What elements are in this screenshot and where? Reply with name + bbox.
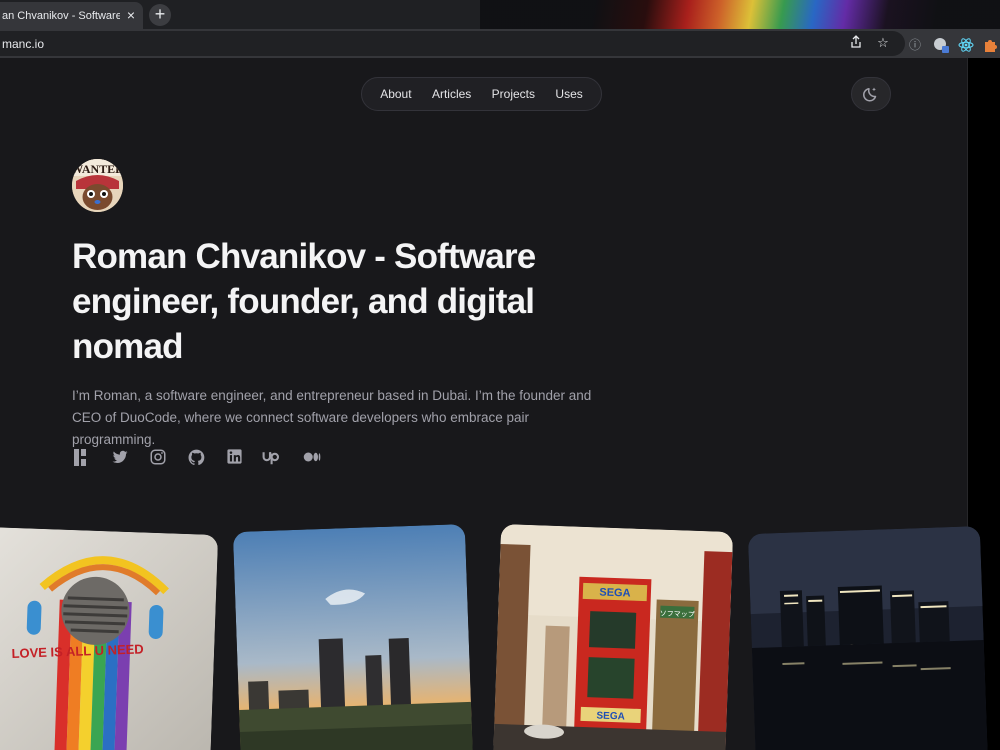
extension-globe-icon[interactable] <box>933 37 949 53</box>
web-page: About Articles Projects Uses WANTED Roma… <box>0 58 1000 750</box>
browser-toolbar: manc.io ☆ ⓘ <box>0 29 1000 58</box>
svg-text:SEGA: SEGA <box>599 586 631 599</box>
nav-about[interactable]: About <box>380 87 411 101</box>
svg-text:ソフマップ: ソフマップ <box>660 610 695 619</box>
page-title: Roman Chvanikov - Software engineer, fou… <box>72 237 536 366</box>
tab-title: an Chvanikov - Software e <box>2 9 120 22</box>
nav-projects[interactable]: Projects <box>492 87 535 101</box>
medium-icon[interactable] <box>303 448 323 468</box>
browser-tab[interactable]: an Chvanikov - Software e × <box>0 2 143 29</box>
upwork-icon[interactable] <box>262 448 286 468</box>
theme-toggle-button[interactable] <box>851 77 891 111</box>
address-bar[interactable]: manc.io ☆ <box>0 31 905 56</box>
svg-text:SEGA: SEGA <box>596 710 625 722</box>
new-tab-button[interactable]: + <box>149 4 171 26</box>
twitter-icon[interactable] <box>111 448 131 468</box>
linkedin-icon[interactable] <box>226 448 246 468</box>
nav-uses[interactable]: Uses <box>555 87 582 101</box>
bookmark-star-icon[interactable]: ☆ <box>875 35 891 51</box>
react-devtools-icon[interactable] <box>958 37 974 53</box>
extensions-puzzle-icon[interactable] <box>982 37 998 53</box>
photo-sega-building: SEGA SEGA ソフマップ <box>492 524 734 750</box>
extension-info-icon[interactable]: ⓘ <box>907 37 923 53</box>
bio-text: I’m Roman, a software engineer, and entr… <box>72 388 592 447</box>
svg-text:WANTED: WANTED <box>72 162 123 176</box>
browser-tab-bar: an Chvanikov - Software e × + <box>0 0 1000 29</box>
moon-icon <box>863 87 877 102</box>
share-icon[interactable] <box>848 35 864 51</box>
url-text: manc.io <box>2 37 45 51</box>
avatar: WANTED <box>72 159 123 212</box>
instagram-icon[interactable] <box>149 448 169 468</box>
photo-sunset-skyline <box>232 524 474 750</box>
tab-close-icon[interactable]: × <box>127 7 135 23</box>
photo-gallery: LOVE IS ALL U NEED SEGA SEGA ソフマップ <box>0 524 1000 750</box>
photo-night-city <box>747 526 989 750</box>
main-nav: About Articles Projects Uses <box>361 77 602 111</box>
polywork-icon[interactable] <box>72 448 92 468</box>
photo-rainbow-graffiti: LOVE IS ALL U NEED <box>0 527 219 750</box>
github-icon[interactable] <box>187 448 207 468</box>
nav-articles[interactable]: Articles <box>432 87 471 101</box>
tab-bar-background-art <box>480 0 1000 29</box>
